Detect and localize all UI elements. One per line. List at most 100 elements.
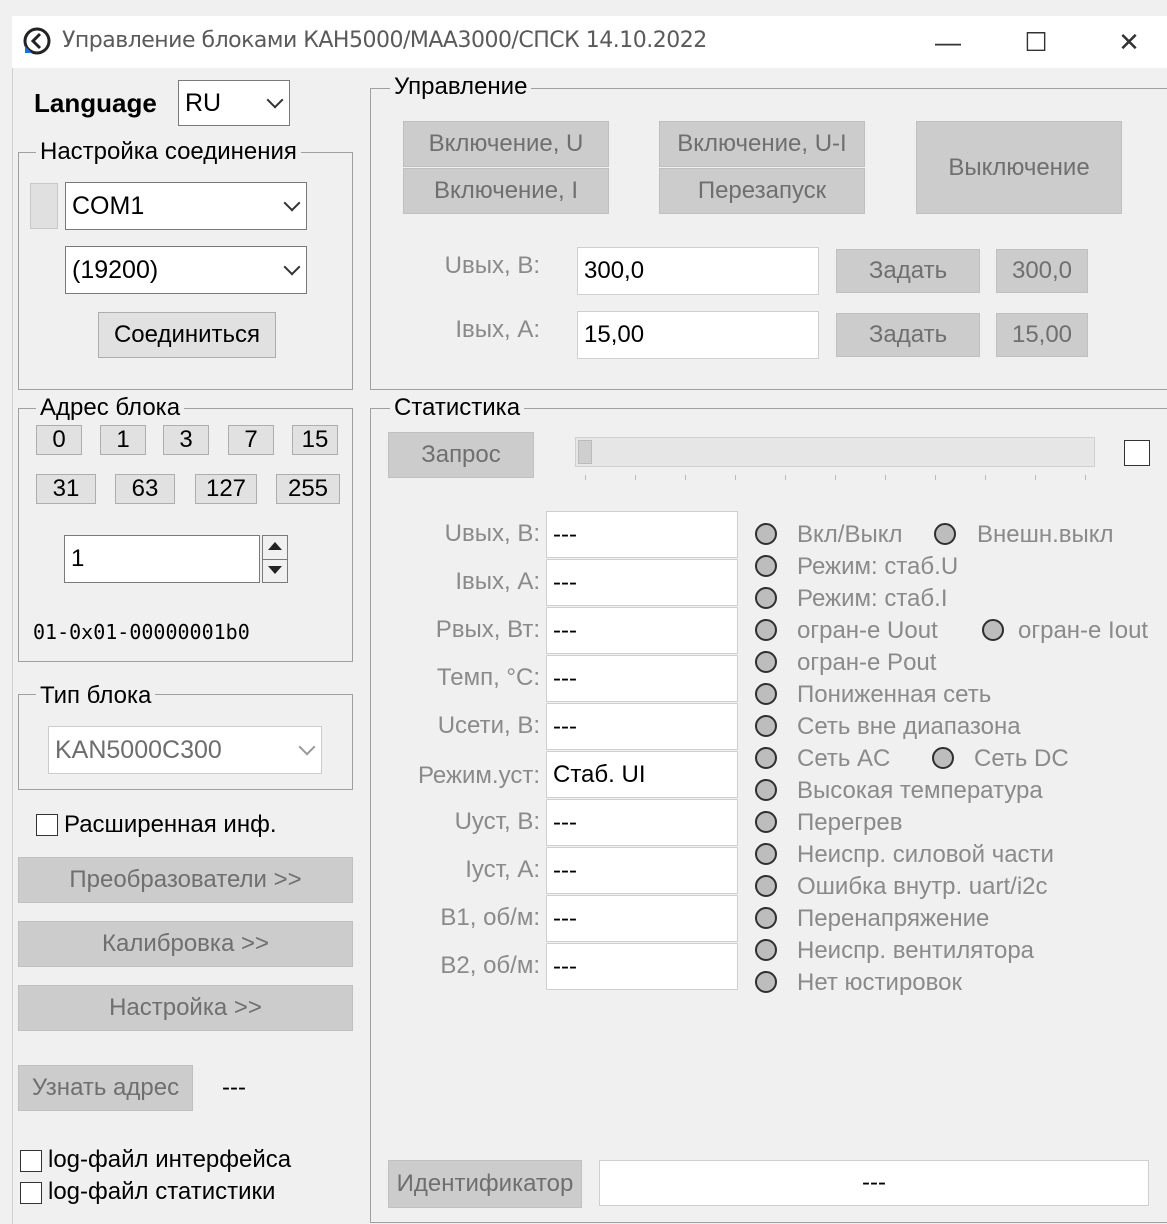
baud-rate-select[interactable]: (19200) — [65, 246, 307, 294]
led-high-temp — [755, 779, 777, 801]
led-grid-out-of-range — [755, 715, 777, 737]
on-u-button[interactable]: Включение, U — [403, 121, 609, 167]
spin-down-icon[interactable] — [268, 566, 282, 574]
stat-label-uout: Uвых, В: — [444, 520, 540, 547]
led-label-ext-off: Внешн.выкл — [977, 521, 1114, 548]
find-address-value: --- — [222, 1074, 246, 1101]
stat-value-fan1: --- — [546, 895, 738, 942]
close-button[interactable]: ✕ — [1109, 24, 1149, 60]
iout-input[interactable]: 15,00 — [577, 311, 819, 359]
chevron-down-icon — [266, 91, 284, 109]
identifier-value: --- — [599, 1160, 1149, 1206]
led-overheat — [755, 811, 777, 833]
stat-label-uset: Uуст, В: — [454, 808, 540, 835]
led-label-grid-ac: Сеть AC — [797, 745, 891, 772]
iout-current-value: 15,00 — [996, 313, 1088, 357]
minimize-button[interactable]: — — [928, 24, 968, 60]
find-address-button[interactable]: Узнать адрес — [18, 1065, 193, 1111]
calibration-button[interactable]: Калибровка >> — [18, 921, 353, 967]
stat-label-ugrid: Uсети, В: — [437, 712, 540, 739]
progress-ticks — [585, 475, 1086, 480]
stat-value-pout: --- — [546, 607, 738, 654]
off-button[interactable]: Выключение — [916, 121, 1122, 214]
led-label-overvoltage: Перенапряжение — [797, 905, 990, 932]
on-i-button[interactable]: Включение, I — [403, 168, 609, 214]
progress-slider-thumb[interactable] — [578, 440, 592, 464]
request-button[interactable]: Запрос — [388, 432, 534, 478]
identifier-button[interactable]: Идентификатор — [388, 1160, 582, 1208]
converters-button[interactable]: Преобразователи >> — [18, 857, 353, 903]
iout-set-button[interactable]: Задать — [836, 313, 980, 357]
stat-label-fan1: В1, об/м: — [440, 904, 540, 931]
log-stats-checkbox[interactable] — [20, 1182, 42, 1204]
control-legend: Управление — [390, 73, 532, 101]
extended-info-checkbox[interactable] — [36, 814, 58, 836]
auto-request-checkbox[interactable] — [1124, 440, 1150, 466]
com-port-value: COM1 — [72, 191, 145, 220]
chevron-down-icon — [298, 738, 316, 756]
chevron-down-icon — [283, 258, 301, 276]
log-interface-label: log-файл интерфейса — [48, 1146, 292, 1173]
led-label-on-off: Вкл/Выкл — [797, 521, 903, 548]
address-button-15[interactable]: 15 — [292, 425, 338, 455]
spin-divider — [263, 559, 287, 560]
led-label-limit-iout: огран-е Iout — [1018, 617, 1149, 644]
stat-value-fan2: --- — [546, 943, 738, 990]
maximize-button[interactable]: ☐ — [1016, 24, 1056, 60]
led-label-limit-pout: огран-е Pout — [797, 649, 937, 676]
language-value: RU — [185, 88, 222, 117]
led-power-fault — [755, 843, 777, 865]
stat-label-pout: Рвых, Вт: — [435, 616, 540, 643]
led-label-grid-out-of-range: Сеть вне диапазона — [797, 713, 1021, 740]
address-button-1[interactable]: 1 — [100, 425, 146, 455]
stats-progress-track[interactable] — [575, 437, 1095, 467]
chevron-down-icon — [283, 194, 301, 212]
stat-label-mode: Режим.уст: — [417, 762, 540, 789]
led-label-overheat: Перегрев — [797, 809, 903, 836]
address-button-3[interactable]: 3 — [163, 425, 209, 455]
led-limit-uout — [755, 619, 777, 641]
restart-button[interactable]: Перезапуск — [659, 168, 865, 214]
address-button-63[interactable]: 63 — [115, 474, 175, 504]
address-button-7[interactable]: 7 — [228, 425, 274, 455]
uout-set-button[interactable]: Задать — [836, 249, 980, 293]
stat-value-ugrid: --- — [546, 703, 738, 750]
stat-value-temp: --- — [546, 655, 738, 702]
led-mode-i — [755, 587, 777, 609]
language-select[interactable]: RU — [178, 80, 290, 126]
connect-button[interactable]: Соединиться — [98, 312, 276, 358]
led-label-high-temp: Высокая температура — [797, 777, 1043, 804]
block-type-value: KAN5000C300 — [55, 735, 222, 764]
led-label-mode-i: Режим: стаб.I — [797, 585, 948, 612]
led-on-off — [755, 523, 777, 545]
block-type-select[interactable]: KAN5000C300 — [48, 726, 322, 774]
led-uart-error — [755, 875, 777, 897]
stat-value-uout: --- — [546, 511, 738, 558]
uout-input[interactable]: 300,0 — [577, 247, 819, 295]
stat-label-iset: Iуст, А: — [465, 856, 540, 883]
log-stats-label: log-файл статистики — [48, 1178, 276, 1205]
stat-value-uset: --- — [546, 799, 738, 846]
stats-legend: Статистика — [390, 394, 525, 422]
led-mode-u — [755, 555, 777, 577]
on-ui-button[interactable]: Включение, U-I — [659, 121, 865, 167]
spin-up-icon[interactable] — [268, 542, 282, 550]
address-button-0[interactable]: 0 — [36, 425, 82, 455]
address-button-255[interactable]: 255 — [276, 474, 340, 504]
address-legend: Адрес блока — [36, 394, 185, 422]
address-button-31[interactable]: 31 — [36, 474, 96, 504]
stat-value-mode: Стаб. UI — [546, 751, 738, 798]
led-limit-pout — [755, 651, 777, 673]
address-spin-input[interactable]: 1 — [64, 535, 260, 583]
log-interface-checkbox[interactable] — [20, 1150, 42, 1172]
led-limit-iout — [982, 619, 1004, 641]
led-fan-fault — [755, 939, 777, 961]
address-spin-buttons[interactable] — [262, 535, 288, 583]
com-port-select[interactable]: COM1 — [65, 182, 307, 230]
led-label-fan-fault: Неиспр. вентилятора — [797, 937, 1035, 964]
led-label-no-calibration: Нет юстировок — [797, 969, 962, 996]
address-button-127[interactable]: 127 — [195, 474, 257, 504]
title-bar: Управление блоками КАН5000/МАА3000/СПСК … — [12, 16, 1167, 68]
stat-label-temp: Темп, °С: — [436, 664, 540, 691]
settings-button[interactable]: Настройка >> — [18, 985, 353, 1031]
